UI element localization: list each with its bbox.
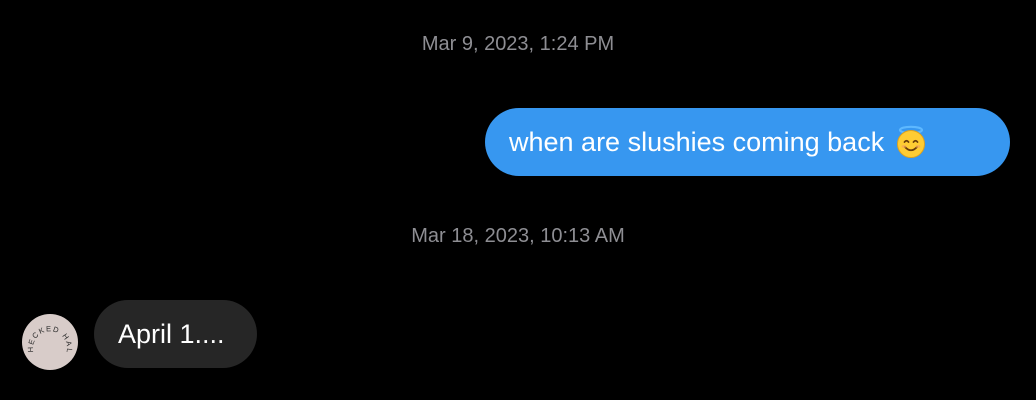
message-text: when are slushies coming back <box>509 126 885 157</box>
smiling-face-with-halo-icon <box>894 125 928 159</box>
message-text: April 1.... <box>118 318 225 349</box>
outgoing-message-bubble[interactable]: when are slushies coming back <box>485 108 1010 176</box>
svg-text:CHECKED HALL: CHECKED HALL <box>22 314 74 355</box>
checked-hall-logo: CHECKED HALL <box>22 314 74 355</box>
message-timestamp: Mar 9, 2023, 1:24 PM <box>421 33 615 55</box>
avatar[interactable]: CHECKED HALL <box>22 314 78 370</box>
message-timestamp: Mar 18, 2023, 10:13 AM <box>411 225 625 247</box>
incoming-message-bubble[interactable]: April 1.... <box>94 300 257 368</box>
